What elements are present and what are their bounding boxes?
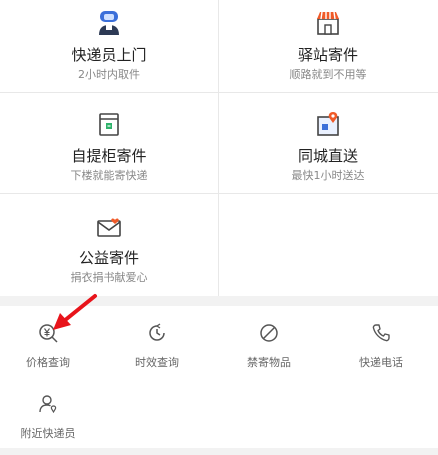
bottom-bar bbox=[0, 448, 438, 455]
annotation-arrow bbox=[53, 294, 97, 330]
